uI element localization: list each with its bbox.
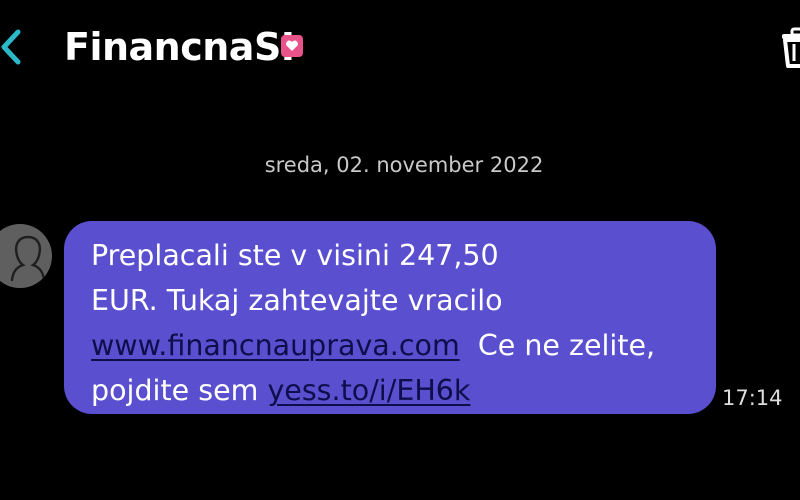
message-text: Preplacali ste v visini 247,50	[91, 239, 499, 272]
contact-name: FinancnaSI	[64, 25, 295, 69]
message-link-yess[interactable]: yess.to/i/EH6k	[267, 374, 470, 407]
heart-badge-icon	[281, 35, 303, 57]
trash-icon	[782, 27, 800, 68]
conversation-header: FinancnaSI	[0, 0, 800, 96]
person-silhouette-icon	[10, 235, 46, 282]
message-timestamp: 17:14	[722, 386, 783, 410]
message-line: pojdite sem yess.to/i/EH6k	[91, 368, 698, 413]
chevron-left-icon	[1, 29, 21, 65]
back-button[interactable]	[0, 24, 30, 70]
message-text: EUR. Tukaj zahtevajte vracilo	[91, 284, 503, 317]
date-separator: sreda, 02. november 2022	[264, 153, 544, 177]
message-text: pojdite sem	[91, 374, 268, 407]
message-line: www.financnauprava.com Ce ne zelite,	[91, 323, 698, 368]
message-line: EUR. Tukaj zahtevajte vracilo	[91, 278, 698, 323]
sender-avatar[interactable]	[0, 224, 52, 288]
message-text: Ce ne zelite,	[459, 329, 656, 362]
message-bubble[interactable]: Preplacali ste v visini 247,50 EUR. Tuka…	[64, 221, 716, 414]
message-link-financnauprava[interactable]: www.financnauprava.com	[91, 329, 460, 362]
delete-conversation-button[interactable]	[780, 26, 800, 68]
message-line: Preplacali ste v visini 247,50	[91, 233, 698, 278]
